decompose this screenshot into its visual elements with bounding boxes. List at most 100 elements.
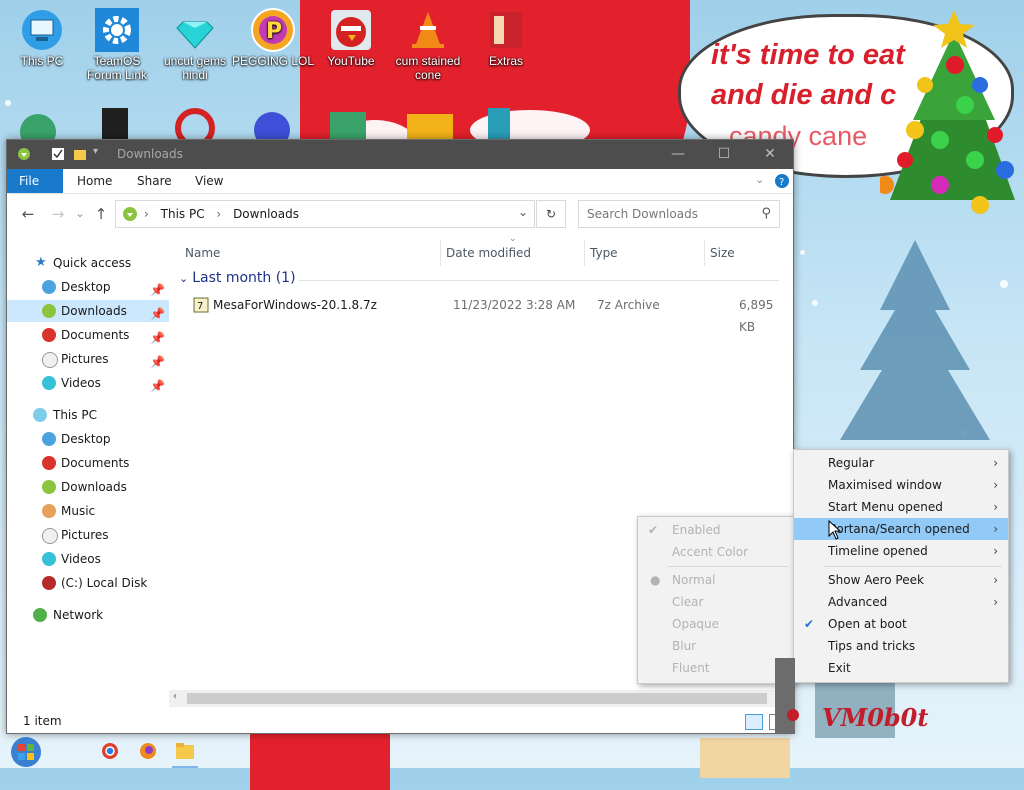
nav-this-pc[interactable]: This PC [7,404,169,426]
desktop-icon-this-pc[interactable]: This PC [0,8,84,68]
nav-qa-desktop[interactable]: Desktop 📌 [7,276,169,298]
desktop-icon-teamos[interactable]: TeamOS Forum Link [75,8,159,82]
local-disk-icon [42,576,56,590]
close-button[interactable]: ✕ [747,140,793,169]
nav-pc-pictures[interactable]: Pictures [7,524,169,546]
title-bar[interactable]: ▾ Downloads — ☐ ✕ [7,140,793,169]
breadcrumb-this-pc[interactable]: This PC [161,207,205,221]
search-input[interactable]: Search Downloads ⚲ [578,200,780,228]
column-header-type[interactable]: Type [590,240,618,266]
new-folder-icon[interactable] [73,147,87,161]
nav-pc-documents[interactable]: Documents [7,452,169,474]
menu-item-maximised-window[interactable]: Maximised window › [794,474,1008,496]
cortana-submenu: ✔ Enabled Accent Color ● Normal Clear Op… [637,516,795,684]
pin-icon: 📌 [150,307,165,321]
quick-access-toolbar-dropdown-icon[interactable]: ▾ [93,146,98,157]
column-header-date[interactable]: Date modified [446,240,531,266]
tab-home[interactable]: Home [65,169,124,193]
window-title: Downloads [117,147,183,161]
desktop-icon-label: uncut gems hindi [163,54,227,82]
menu-item-start-menu-opened[interactable]: Start Menu opened › [794,496,1008,518]
file-explorer-taskbar-icon[interactable] [175,742,195,760]
scroll-left-icon[interactable]: ‹ [173,691,177,702]
minimize-button[interactable]: — [655,140,701,169]
address-history-chevron-icon[interactable]: ⌄ [518,205,528,219]
pin-icon: 📌 [150,355,165,369]
menu-item-cortana-search-opened[interactable]: Cortana/Search opened › [794,518,1008,540]
navigation-pane: ★ Quick access Desktop 📌 Downloads 📌 Doc… [7,240,169,700]
hex-editor-icon[interactable] [405,112,455,140]
forward-arrow-icon[interactable]: → [49,205,67,223]
back-arrow-icon[interactable]: ← [19,205,37,223]
downloads-icon [42,480,56,494]
column-divider[interactable] [440,240,441,266]
menu-item-tips-and-tricks[interactable]: Tips and tricks [794,635,1008,657]
column-divider[interactable] [704,240,705,266]
nav-pc-downloads[interactable]: Downloads [7,476,169,498]
menu-item-opaque[interactable]: Opaque [638,613,794,635]
menu-item-normal[interactable]: ● Normal [638,569,794,591]
group-header[interactable]: ⌄ Last month (1) [179,270,296,286]
desktop-icon-extras[interactable]: Extras [464,8,548,68]
breadcrumb-downloads[interactable]: Downloads [233,207,299,221]
column-header-size[interactable]: Size [710,240,735,266]
nav-network[interactable]: Network [7,604,169,626]
recent-locations-chevron-icon[interactable]: ⌄ [71,205,89,223]
firefox-icon[interactable] [139,742,157,760]
nav-quick-access[interactable]: ★ Quick access [7,252,169,274]
menu-separator [824,566,1002,567]
desktop-icon-youtube[interactable]: YouTube [309,8,393,68]
menu-item-clear[interactable]: Clear [638,591,794,613]
table-row[interactable]: 7 MesaForWindows-20.1.8.7z 11/23/2022 3:… [181,294,791,334]
nav-pc-local-disk[interactable]: (C:) Local Disk [7,572,169,594]
nav-pc-desktop[interactable]: Desktop [7,428,169,450]
tab-share[interactable]: Share [125,169,184,193]
tray-app-icon[interactable] [786,708,800,722]
menu-item-label: Start Menu opened [828,500,943,514]
menu-item-regular[interactable]: Regular › [794,452,1008,474]
menu-item-enabled[interactable]: ✔ Enabled [638,519,794,541]
tab-view[interactable]: View [183,169,235,193]
horizontal-scrollbar[interactable]: ‹ [169,690,789,707]
menu-item-show-aero-peek[interactable]: Show Aero Peek › [794,569,1008,591]
search-icon: ⚲ [761,206,771,221]
nav-pc-music[interactable]: Music [7,500,169,522]
nav-qa-videos[interactable]: Videos 📌 [7,372,169,394]
column-divider[interactable] [584,240,585,266]
menu-item-open-at-boot[interactable]: ✔ Open at boot [794,613,1008,635]
tab-file[interactable]: File [7,169,63,193]
dark-app-icon[interactable] [100,108,130,140]
column-header-name[interactable]: Name [185,240,220,266]
menu-item-exit[interactable]: Exit [794,657,1008,679]
desktop-icon-cone[interactable]: cum stained cone [386,8,470,82]
desktop-icon-pegging[interactable]: P PEGGING LOL [231,8,315,68]
start-button-icon[interactable] [8,736,44,768]
refresh-button[interactable]: ↻ [536,200,566,228]
expand-ribbon-icon[interactable]: ⌄ [755,173,764,186]
nav-qa-downloads[interactable]: Downloads 📌 [7,300,169,322]
desktop-icon-uncut-gems[interactable]: uncut gems hindi [153,8,237,82]
help-icon[interactable]: ? [774,173,790,189]
watermark-text: VM0b0t [822,703,929,732]
nav-pc-videos[interactable]: Videos [7,548,169,570]
chrome-icon[interactable] [101,742,119,760]
submenu-arrow-icon: › [993,573,998,587]
menu-item-timeline-opened[interactable]: Timeline opened › [794,540,1008,562]
red-ring-icon[interactable] [175,108,215,140]
scroll-thumb[interactable] [187,693,767,704]
up-arrow-icon[interactable]: ↑ [92,205,110,223]
properties-icon[interactable] [51,147,65,161]
recycle-bin-icon[interactable] [18,112,58,142]
script-icon[interactable] [484,106,514,140]
csharp-icon[interactable] [328,110,368,140]
menu-item-blur[interactable]: Blur [638,635,794,657]
menu-item-accent-color[interactable]: Accent Color [638,541,794,563]
details-view-icon[interactable] [745,714,763,730]
nav-qa-pictures[interactable]: Pictures 📌 [7,348,169,370]
menu-item-advanced[interactable]: Advanced › [794,591,1008,613]
nav-qa-documents[interactable]: Documents 📌 [7,324,169,346]
menu-item-fluent[interactable]: Fluent [638,657,794,679]
address-bar[interactable]: › This PC › Downloads ⌄ [115,200,535,228]
bauble-icon[interactable] [252,110,292,140]
maximize-button[interactable]: ☐ [701,140,747,169]
